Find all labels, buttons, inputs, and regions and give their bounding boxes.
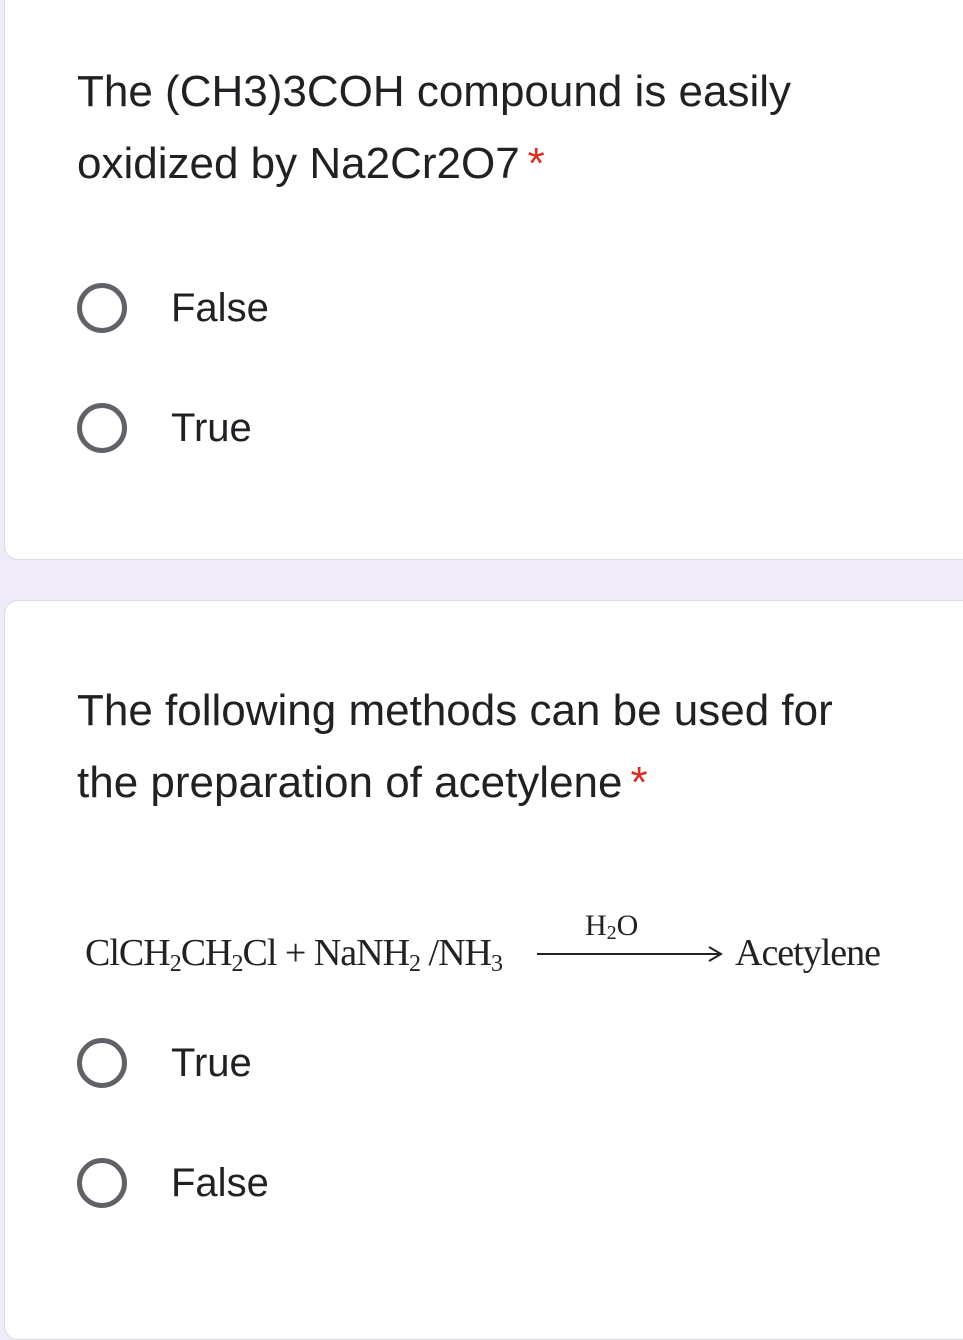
question-2-option-true[interactable]: True [77,1031,252,1095]
question-1-option-true[interactable]: True [77,396,252,460]
question-1-text: The (CH3)3COH compound is easily oxidize… [77,67,792,188]
radio-button[interactable] [77,283,127,333]
option-label: True [171,405,252,450]
radio-button[interactable] [77,1038,127,1088]
required-marker: * [630,758,648,807]
radio-button[interactable] [77,1158,127,1208]
question-2-title: The following methods can be used for th… [77,675,897,819]
radio-button[interactable] [77,403,127,453]
equation-reactants: ClCH2CH2Cl + NaNH2 /NH3 [85,932,503,977]
equation-product: Acetylene [735,932,881,974]
option-label: False [171,285,269,330]
reaction-arrow-icon [537,946,723,962]
question-1-title: The (CH3)3COH compound is easily oxidize… [77,56,897,200]
reaction-equation-image: ClCH2CH2Cl + NaNH2 /NH3 H2O Acetylene [85,909,905,979]
question-card-2: The following methods can be used for th… [4,600,963,1340]
question-2-option-false[interactable]: False [77,1151,269,1215]
option-label: False [171,1160,269,1205]
question-card-1: The (CH3)3COH compound is easily oxidize… [4,0,963,560]
required-marker: * [527,139,545,188]
option-label: True [171,1040,252,1085]
question-1-option-false[interactable]: False [77,276,269,340]
question-2-text: The following methods can be used for th… [77,686,833,807]
